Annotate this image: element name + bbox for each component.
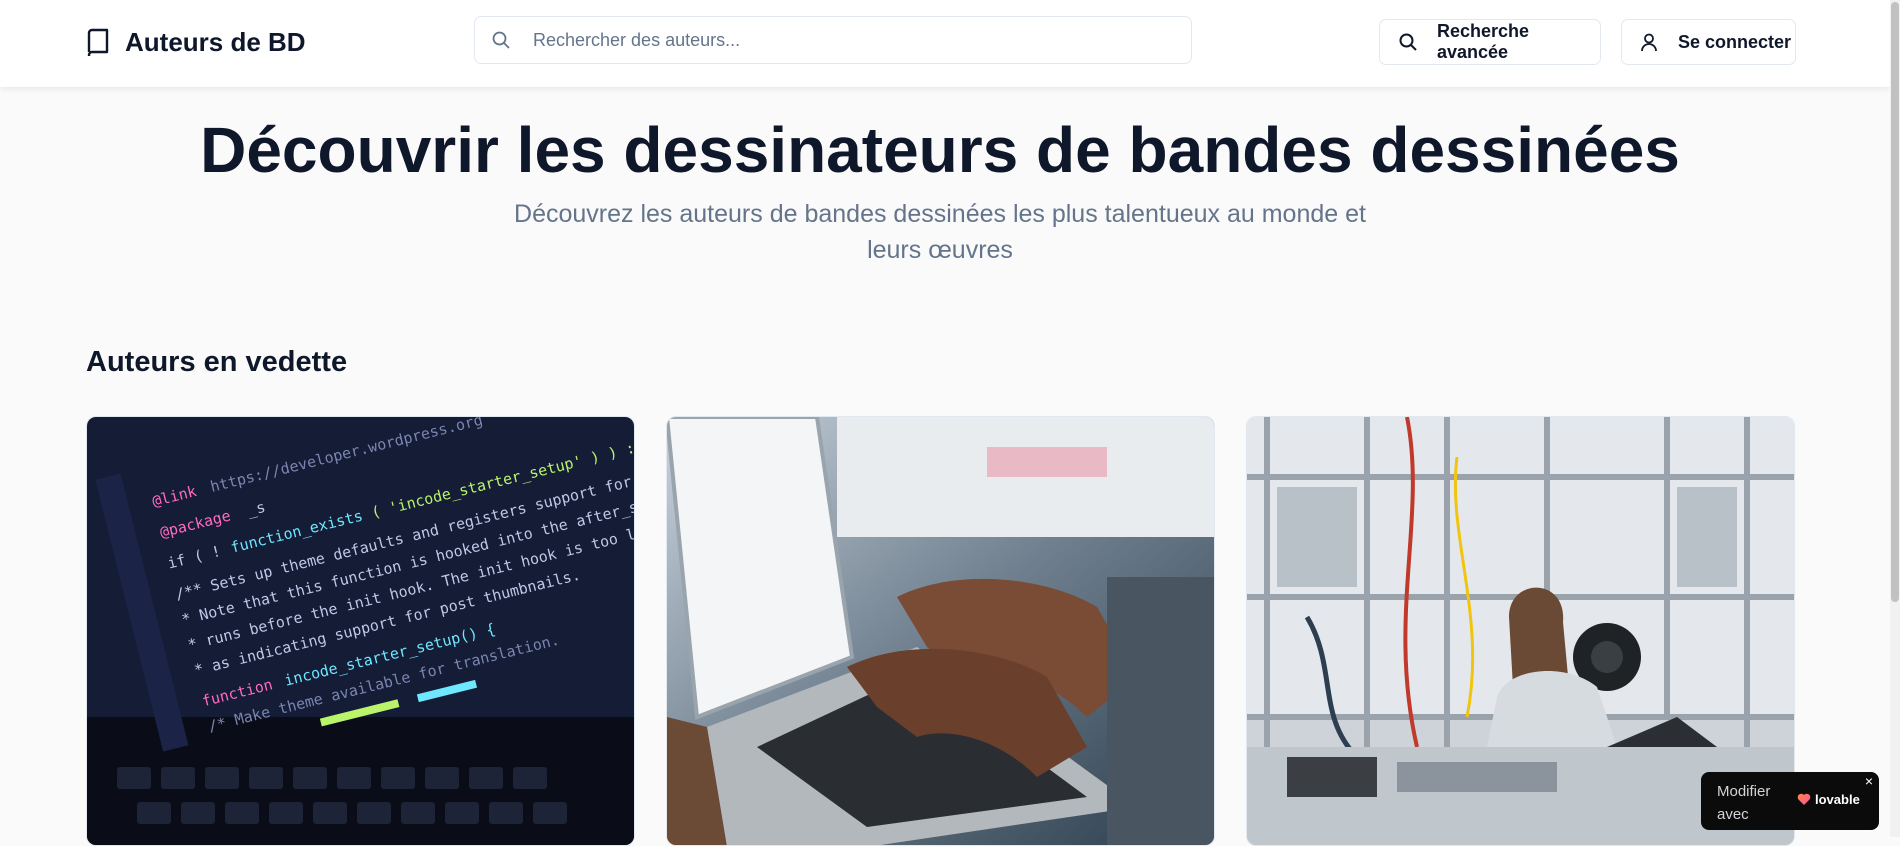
search-input[interactable] — [531, 28, 1191, 52]
search-icon — [491, 30, 511, 50]
book-icon — [86, 27, 112, 57]
advanced-search-label: Recherche avancée — [1437, 21, 1530, 62]
login-label: Se connecter — [1678, 31, 1792, 52]
hero-subtitle: Découvrez les auteurs de bandes dessinée… — [514, 200, 1366, 264]
search-icon — [1398, 32, 1418, 52]
scrollbar-thumb[interactable] — [1891, 2, 1899, 602]
heart-icon — [1797, 793, 1811, 806]
badge-brand: lovable — [1797, 792, 1860, 807]
lovable-badge[interactable]: Modifier avec lovable × — [1701, 772, 1879, 830]
logo[interactable]: Auteurs de BD — [86, 26, 306, 58]
author-card-image — [667, 417, 1214, 845]
advanced-search-button[interactable]: Recherche avancée — [1379, 19, 1601, 65]
page-scrollbar[interactable] — [1890, 0, 1900, 837]
user-icon — [1639, 32, 1659, 52]
featured-authors-title: Auteurs en vedette — [86, 346, 348, 378]
author-card[interactable] — [666, 416, 1215, 846]
login-button[interactable]: Se connecter — [1621, 19, 1796, 65]
badge-text: Modifier avec — [1717, 783, 1771, 823]
badge-brand-name: lovable — [1815, 792, 1860, 807]
top-navbar: Auteurs de BD Recherche avancée Se conne… — [0, 0, 1890, 87]
logo-text: Auteurs de BD — [125, 26, 306, 57]
author-card-image: @linkhttps://developer.wordpress.org @pa… — [87, 417, 634, 845]
hero-title: Découvrir les dessinateurs de bandes des… — [200, 114, 1680, 186]
close-icon[interactable]: × — [1865, 773, 1873, 789]
author-card[interactable]: @link https://developer.wordpress.org @pa… — [86, 416, 635, 846]
search-bar[interactable] — [474, 16, 1192, 64]
